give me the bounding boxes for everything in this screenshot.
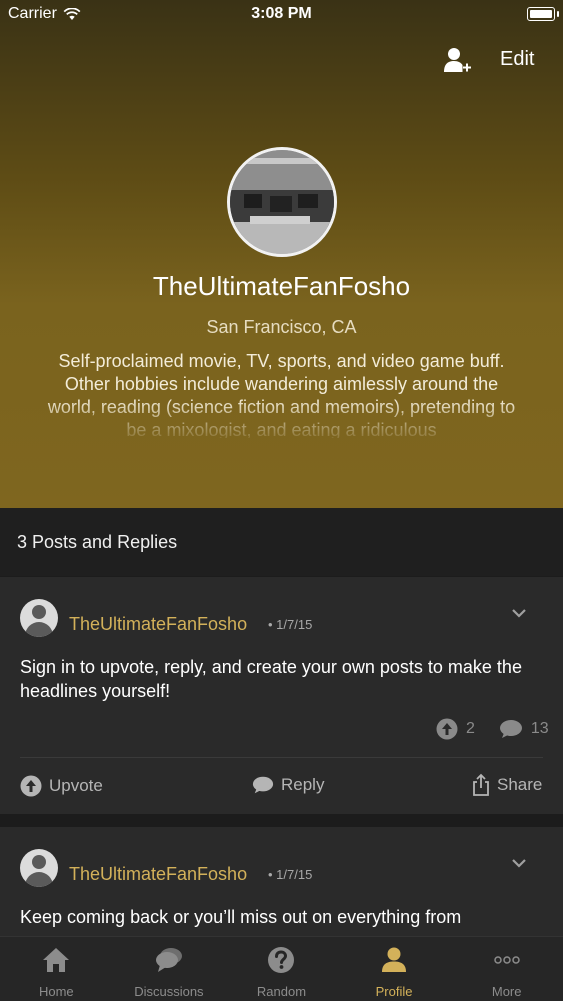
tab-profile[interactable]: Profile	[338, 937, 451, 1001]
status-bar: Carrier 3:08 PM	[0, 0, 563, 30]
reply-icon	[252, 776, 274, 794]
tab-label: Home	[38, 984, 74, 999]
add-friend-icon[interactable]	[442, 45, 472, 75]
post-card[interactable]: TheUltimateFanFosho • 1/7/15 Keep coming…	[0, 827, 563, 937]
chevron-down-icon[interactable]	[510, 607, 528, 619]
post-date: • 1/7/15	[268, 867, 313, 882]
reply-label: Reply	[281, 775, 325, 794]
post-divider	[20, 757, 543, 758]
upvote-button[interactable]: Upvote	[20, 775, 103, 797]
post-author[interactable]: TheUltimateFanFosho	[69, 614, 247, 635]
profile-avatar[interactable]	[227, 147, 337, 257]
comment-count: 13	[530, 720, 549, 737]
more-icon	[493, 956, 520, 964]
profile-icon	[382, 947, 407, 972]
profile-username: TheUltimateFanFosho	[152, 271, 411, 301]
tab-discussions[interactable]: Discussions	[113, 937, 226, 1001]
share-label: Share	[497, 775, 543, 794]
tab-label: Profile	[375, 984, 413, 999]
avatar-photo	[230, 150, 334, 254]
share-button[interactable]: Share	[472, 773, 542, 797]
profile-bio: Self-proclaimed movie, TV, sports, and v…	[47, 351, 516, 438]
tab-more[interactable]: More	[450, 937, 563, 1001]
post-body: Sign in to upvote, reply, and create you…	[20, 657, 522, 701]
discussions-icon	[155, 948, 182, 972]
posts-section-header: 3 Posts and Replies	[0, 508, 563, 576]
avatar[interactable]	[20, 599, 58, 637]
post-stats: 2 13	[436, 718, 549, 740]
post-card[interactable]: TheUltimateFanFosho • 1/7/15 Sign in to …	[0, 577, 563, 814]
tab-label: Random	[256, 984, 307, 999]
profile-header: Carrier 3:08 PM Edit TheUltimateFanFosho…	[0, 0, 563, 508]
chevron-down-icon[interactable]	[510, 857, 528, 869]
battery-icon	[527, 7, 559, 21]
tab-label: Discussions	[134, 984, 204, 999]
profile-location: San Francisco, CA	[206, 317, 357, 337]
posts-count-title: 3 Posts and Replies	[17, 531, 178, 552]
post-body: Keep coming back or you’ll miss out on e…	[20, 907, 462, 927]
post-author[interactable]: TheUltimateFanFosho	[69, 864, 247, 885]
question-icon	[268, 947, 295, 973]
tab-bar: Home Discussions Random Profile More	[0, 936, 563, 1001]
comment-count-icon	[499, 720, 522, 738]
home-icon	[43, 948, 70, 972]
upvote-icon	[20, 775, 42, 797]
upvote-label: Upvote	[49, 776, 103, 795]
avatar[interactable]	[20, 849, 58, 887]
clock: 3:08 PM	[251, 5, 312, 22]
share-icon	[473, 773, 489, 796]
reply-button[interactable]: Reply	[252, 775, 324, 795]
upvote-count: 2	[466, 720, 475, 737]
post-date: • 1/7/15	[268, 617, 313, 632]
tab-random[interactable]: Random	[225, 937, 338, 1001]
edit-button[interactable]: Edit	[500, 48, 534, 71]
upvote-count-icon	[436, 718, 458, 740]
tab-label: More	[491, 984, 522, 999]
tab-home[interactable]: Home	[0, 937, 113, 1001]
